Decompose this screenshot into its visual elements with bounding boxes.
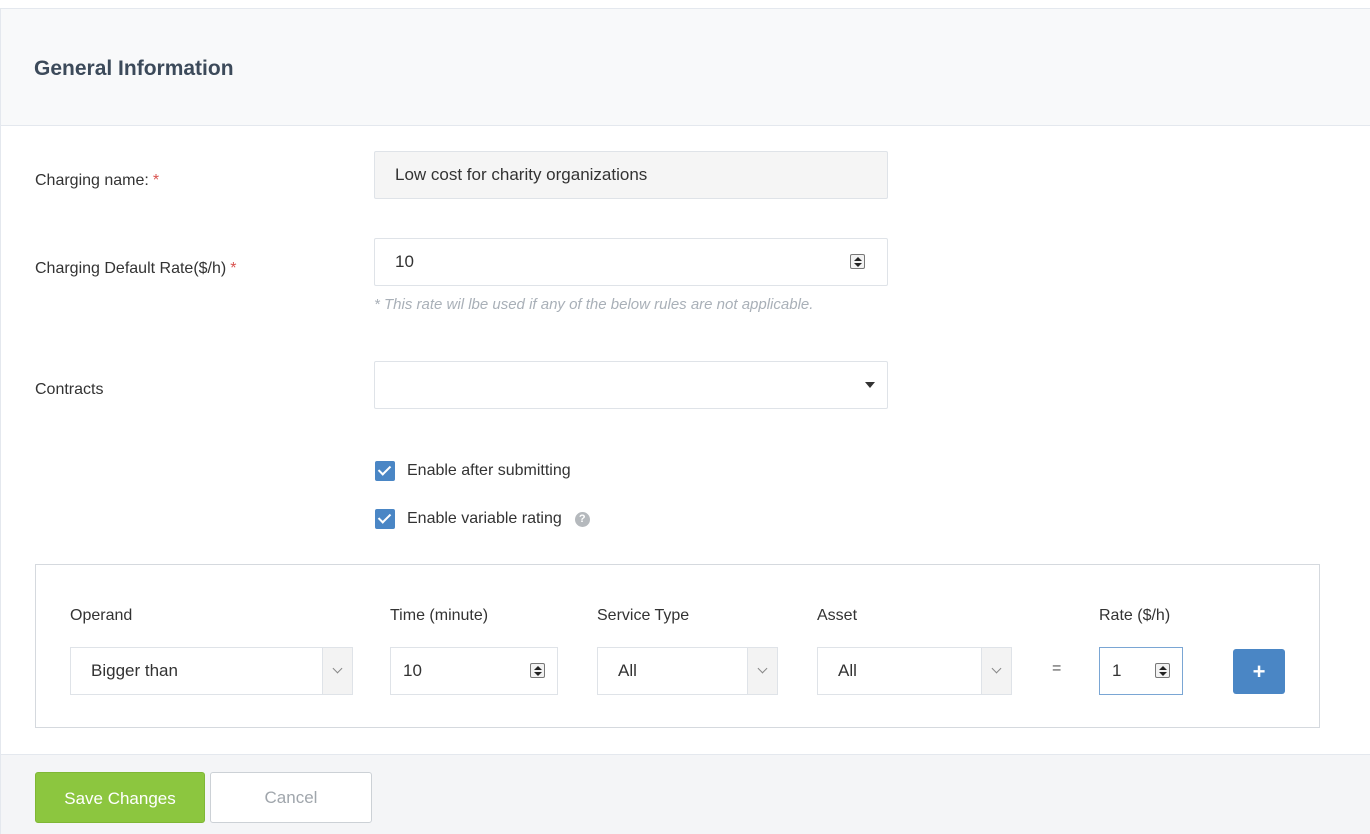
charging-name-input[interactable]: Low cost for charity organizations	[374, 151, 888, 199]
operand-header: Operand	[70, 607, 133, 624]
default-rate-input[interactable]: 10	[374, 238, 888, 286]
time-spinner-icon[interactable]	[530, 663, 545, 678]
form-footer: Save Changes Cancel	[1, 754, 1370, 834]
save-changes-button[interactable]: Save Changes	[35, 772, 205, 823]
service-type-value: All	[618, 661, 637, 680]
time-header: Time (minute)	[390, 607, 489, 624]
contracts-label: Contracts	[35, 381, 104, 398]
cancel-button[interactable]: Cancel	[210, 772, 372, 823]
rate-value: 1	[1112, 661, 1122, 680]
default-rate-spinner-icon[interactable]	[850, 254, 865, 269]
operand-value: Bigger than	[91, 661, 178, 680]
contracts-select[interactable]	[374, 361, 888, 409]
equals-sign: =	[1052, 660, 1062, 677]
rate-input[interactable]: 1	[1099, 647, 1183, 695]
enable-variable-rating-label: Enable variable rating	[407, 510, 562, 527]
enable-variable-rating-row[interactable]: Enable variable rating ?	[375, 508, 590, 530]
service-type-select[interactable]: All	[597, 647, 778, 695]
rate-spinner-icon[interactable]	[1155, 663, 1170, 678]
chevron-down-icon[interactable]	[322, 648, 352, 694]
general-information-panel: General Information Charging name: * Low …	[0, 8, 1370, 834]
add-rule-button[interactable]: +	[1233, 649, 1285, 694]
panel-header: General Information	[1, 9, 1370, 126]
required-mark: *	[152, 172, 160, 189]
required-mark: *	[230, 260, 237, 277]
service-type-header: Service Type	[597, 607, 690, 624]
asset-header: Asset	[817, 607, 858, 624]
rate-header: Rate ($/h)	[1099, 607, 1171, 624]
panel-title: General Information	[34, 57, 234, 80]
charging-name-label: Charging name: *	[35, 172, 159, 190]
default-rate-label-text: Charging Default Rate($/h)	[35, 260, 227, 277]
time-value: 10	[403, 661, 422, 680]
caret-down-icon	[865, 382, 875, 388]
default-rate-value: 10	[395, 252, 414, 271]
question-circle-icon[interactable]: ?	[574, 511, 590, 527]
default-rate-hint: * This rate wil lbe used if any of the b…	[374, 296, 814, 313]
time-input[interactable]: 10	[390, 647, 558, 695]
enable-after-submitting-checkbox[interactable]	[375, 461, 395, 481]
variable-rating-rules: Operand Time (minute) Service Type Asset…	[35, 564, 1320, 728]
asset-value: All	[838, 661, 857, 680]
operand-select[interactable]: Bigger than	[70, 647, 353, 695]
charging-name-label-text: Charging name:	[35, 172, 149, 189]
chevron-down-icon[interactable]	[747, 648, 777, 694]
asset-select[interactable]: All	[817, 647, 1012, 695]
enable-variable-rating-checkbox[interactable]	[375, 509, 395, 529]
enable-after-submitting-label: Enable after submitting	[407, 462, 571, 479]
default-rate-label: Charging Default Rate($/h) *	[35, 260, 236, 278]
chevron-down-icon[interactable]	[981, 648, 1011, 694]
enable-after-submitting-row[interactable]: Enable after submitting	[375, 460, 571, 482]
